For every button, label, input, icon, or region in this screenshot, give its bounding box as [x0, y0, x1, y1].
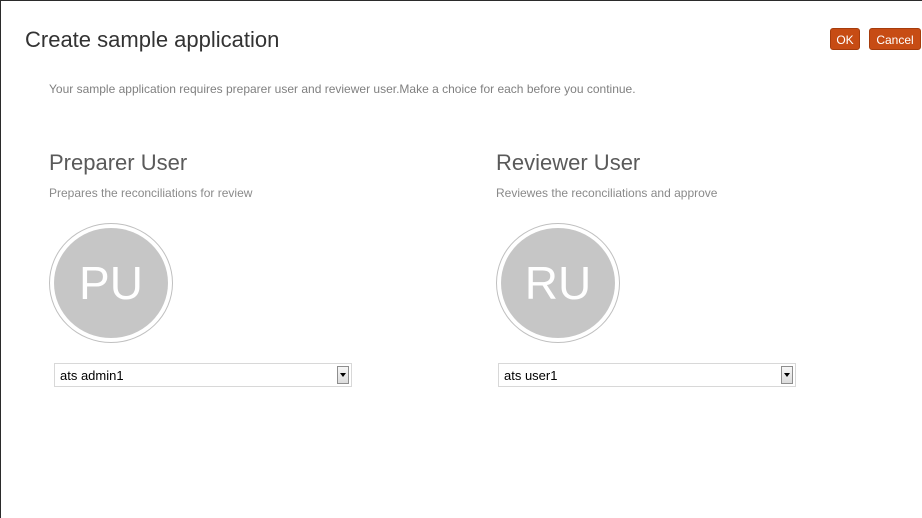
reviewer-avatar-initials: RU: [501, 228, 615, 338]
instructions-text: Your sample application requires prepare…: [49, 82, 636, 96]
preparer-user-section: Preparer User Prepares the reconciliatio…: [49, 149, 379, 387]
dropdown-arrow-icon[interactable]: [781, 366, 793, 384]
preparer-avatar: PU: [49, 223, 173, 343]
preparer-user-select[interactable]: ats admin1: [54, 363, 352, 387]
preparer-avatar-initials: PU: [54, 228, 168, 338]
preparer-description: Prepares the reconciliations for review: [49, 186, 253, 200]
reviewer-selected-user: ats user1: [504, 368, 558, 383]
create-sample-application-dialog: Create sample application OK Cancel Your…: [0, 0, 922, 518]
cancel-button[interactable]: Cancel: [869, 28, 921, 50]
reviewer-description: Reviewes the reconciliations and approve: [496, 186, 718, 200]
dialog-title: Create sample application: [25, 27, 280, 52]
preparer-selected-user: ats admin1: [60, 368, 124, 383]
ok-button[interactable]: OK: [830, 28, 860, 50]
dropdown-arrow-icon[interactable]: [337, 366, 349, 384]
preparer-heading: Preparer User: [49, 150, 188, 175]
reviewer-heading: Reviewer User: [496, 150, 641, 175]
reviewer-avatar: RU: [496, 223, 620, 343]
reviewer-user-section: Reviewer User Reviewes the reconciliatio…: [496, 149, 826, 387]
reviewer-user-select[interactable]: ats user1: [498, 363, 796, 387]
